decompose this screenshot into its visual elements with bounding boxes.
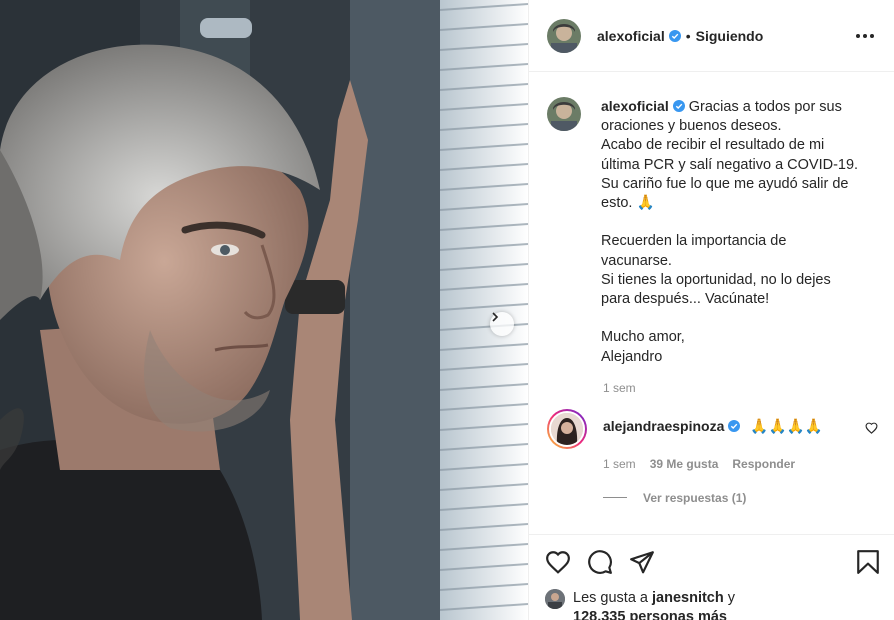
commenter-username[interactable]: alejandraespinoza: [603, 418, 724, 434]
comments-section: alexoficial Gracias a todos por sus orac…: [529, 73, 894, 533]
caption-username[interactable]: alexoficial: [601, 98, 669, 114]
caption-line: [601, 309, 861, 328]
separator-dot: •: [685, 27, 691, 44]
caption: alexoficial Gracias a todos por sus orac…: [547, 97, 878, 367]
caption-line: alexoficial Gracias a todos por sus: [601, 97, 861, 117]
caption-line: vacunarse.: [601, 252, 672, 269]
comment-timestamp[interactable]: 1 sem: [603, 457, 636, 471]
post-actions: Les gusta a janesnitch y 128,335 persona…: [529, 534, 894, 620]
verified-badge-icon: [668, 29, 681, 42]
caption-timestamp[interactable]: 1 sem: [603, 381, 878, 395]
post-header: alexoficial • Siguiendo: [529, 0, 894, 72]
commenter-avatar-image: [549, 410, 585, 447]
like-heart-icon[interactable]: [545, 550, 571, 574]
likes-prefix: Les gusta a: [573, 590, 648, 606]
bookmark-save-icon[interactable]: [856, 549, 880, 575]
caption-line: para después... Vacúnate!: [601, 291, 770, 308]
caption-line: esto. 🙏: [601, 195, 655, 212]
caption-line: última PCR y salí negativo a COVID-19.: [601, 156, 859, 173]
likes-text: Les gusta a janesnitch y 128,335 persona…: [573, 589, 735, 620]
comment-item: alejandraespinoza 🙏🙏🙏🙏: [547, 408, 878, 449]
header-user-info: alexoficial • Siguiendo: [597, 28, 763, 44]
likes-conjunction: y: [727, 590, 736, 606]
likes-count[interactable]: 128,335 personas más: [573, 609, 727, 620]
caption-line-text: Gracias a todos por sus: [688, 99, 842, 115]
caption-line: Su cariño fue lo que me ayudó salir de: [601, 175, 849, 192]
view-replies-label: Ver respuestas (1): [643, 490, 747, 505]
next-photo-button[interactable]: [490, 312, 514, 336]
share-send-icon[interactable]: [629, 549, 655, 575]
liker-avatar[interactable]: [545, 589, 565, 609]
comment-text: 🙏🙏🙏🙏: [750, 418, 823, 435]
caption-line: oraciones y buenos deseos.: [601, 118, 782, 135]
reply-button[interactable]: Responder: [732, 457, 795, 471]
like-comment-heart-icon[interactable]: [865, 421, 878, 439]
avatar[interactable]: [547, 18, 581, 53]
comment-likes-count[interactable]: 39 Me gusta: [650, 457, 719, 471]
profile-avatar-image: [547, 97, 581, 131]
likes-summary: Les gusta a janesnitch y 128,335 persona…: [545, 589, 880, 620]
photo-illustration: [0, 0, 528, 620]
comment-content: alejandraespinoza 🙏🙏🙏🙏: [603, 418, 865, 435]
caption-avatar[interactable]: [547, 97, 581, 131]
caption-line: [601, 213, 861, 232]
post-panel: alexoficial • Siguiendo alexoficial Grac…: [528, 0, 894, 620]
comment-meta: 1 sem 39 Me gusta Responder: [603, 457, 878, 471]
replies-divider: [603, 497, 627, 499]
caption-line: Mucho amor,: [601, 329, 685, 346]
following-button[interactable]: Siguiendo: [696, 28, 764, 44]
action-icons: [545, 547, 880, 577]
comment-bubble-icon[interactable]: [587, 549, 613, 575]
caption-line: Alejandro: [601, 348, 663, 365]
more-options-icon[interactable]: [852, 30, 878, 42]
caption-text: alexoficial Gracias a todos por sus orac…: [601, 97, 861, 367]
post-photo: [0, 0, 528, 620]
verified-badge-icon: [672, 100, 685, 112]
profile-avatar-image: [547, 18, 581, 53]
view-replies-button[interactable]: Ver respuestas (1): [603, 491, 878, 505]
caption-line: Acabo de recibir el resultado de mi: [601, 137, 825, 154]
username-link[interactable]: alexoficial: [597, 28, 665, 44]
liker-username[interactable]: janesnitch: [652, 590, 724, 606]
verified-badge-icon: [728, 419, 741, 432]
caption-line: Recuerden la importancia de: [601, 233, 787, 250]
caption-line: Si tienes la oportunidad, no lo dejes: [601, 271, 831, 288]
commenter-avatar[interactable]: [547, 408, 587, 449]
chevron-right-icon: [492, 312, 499, 322]
